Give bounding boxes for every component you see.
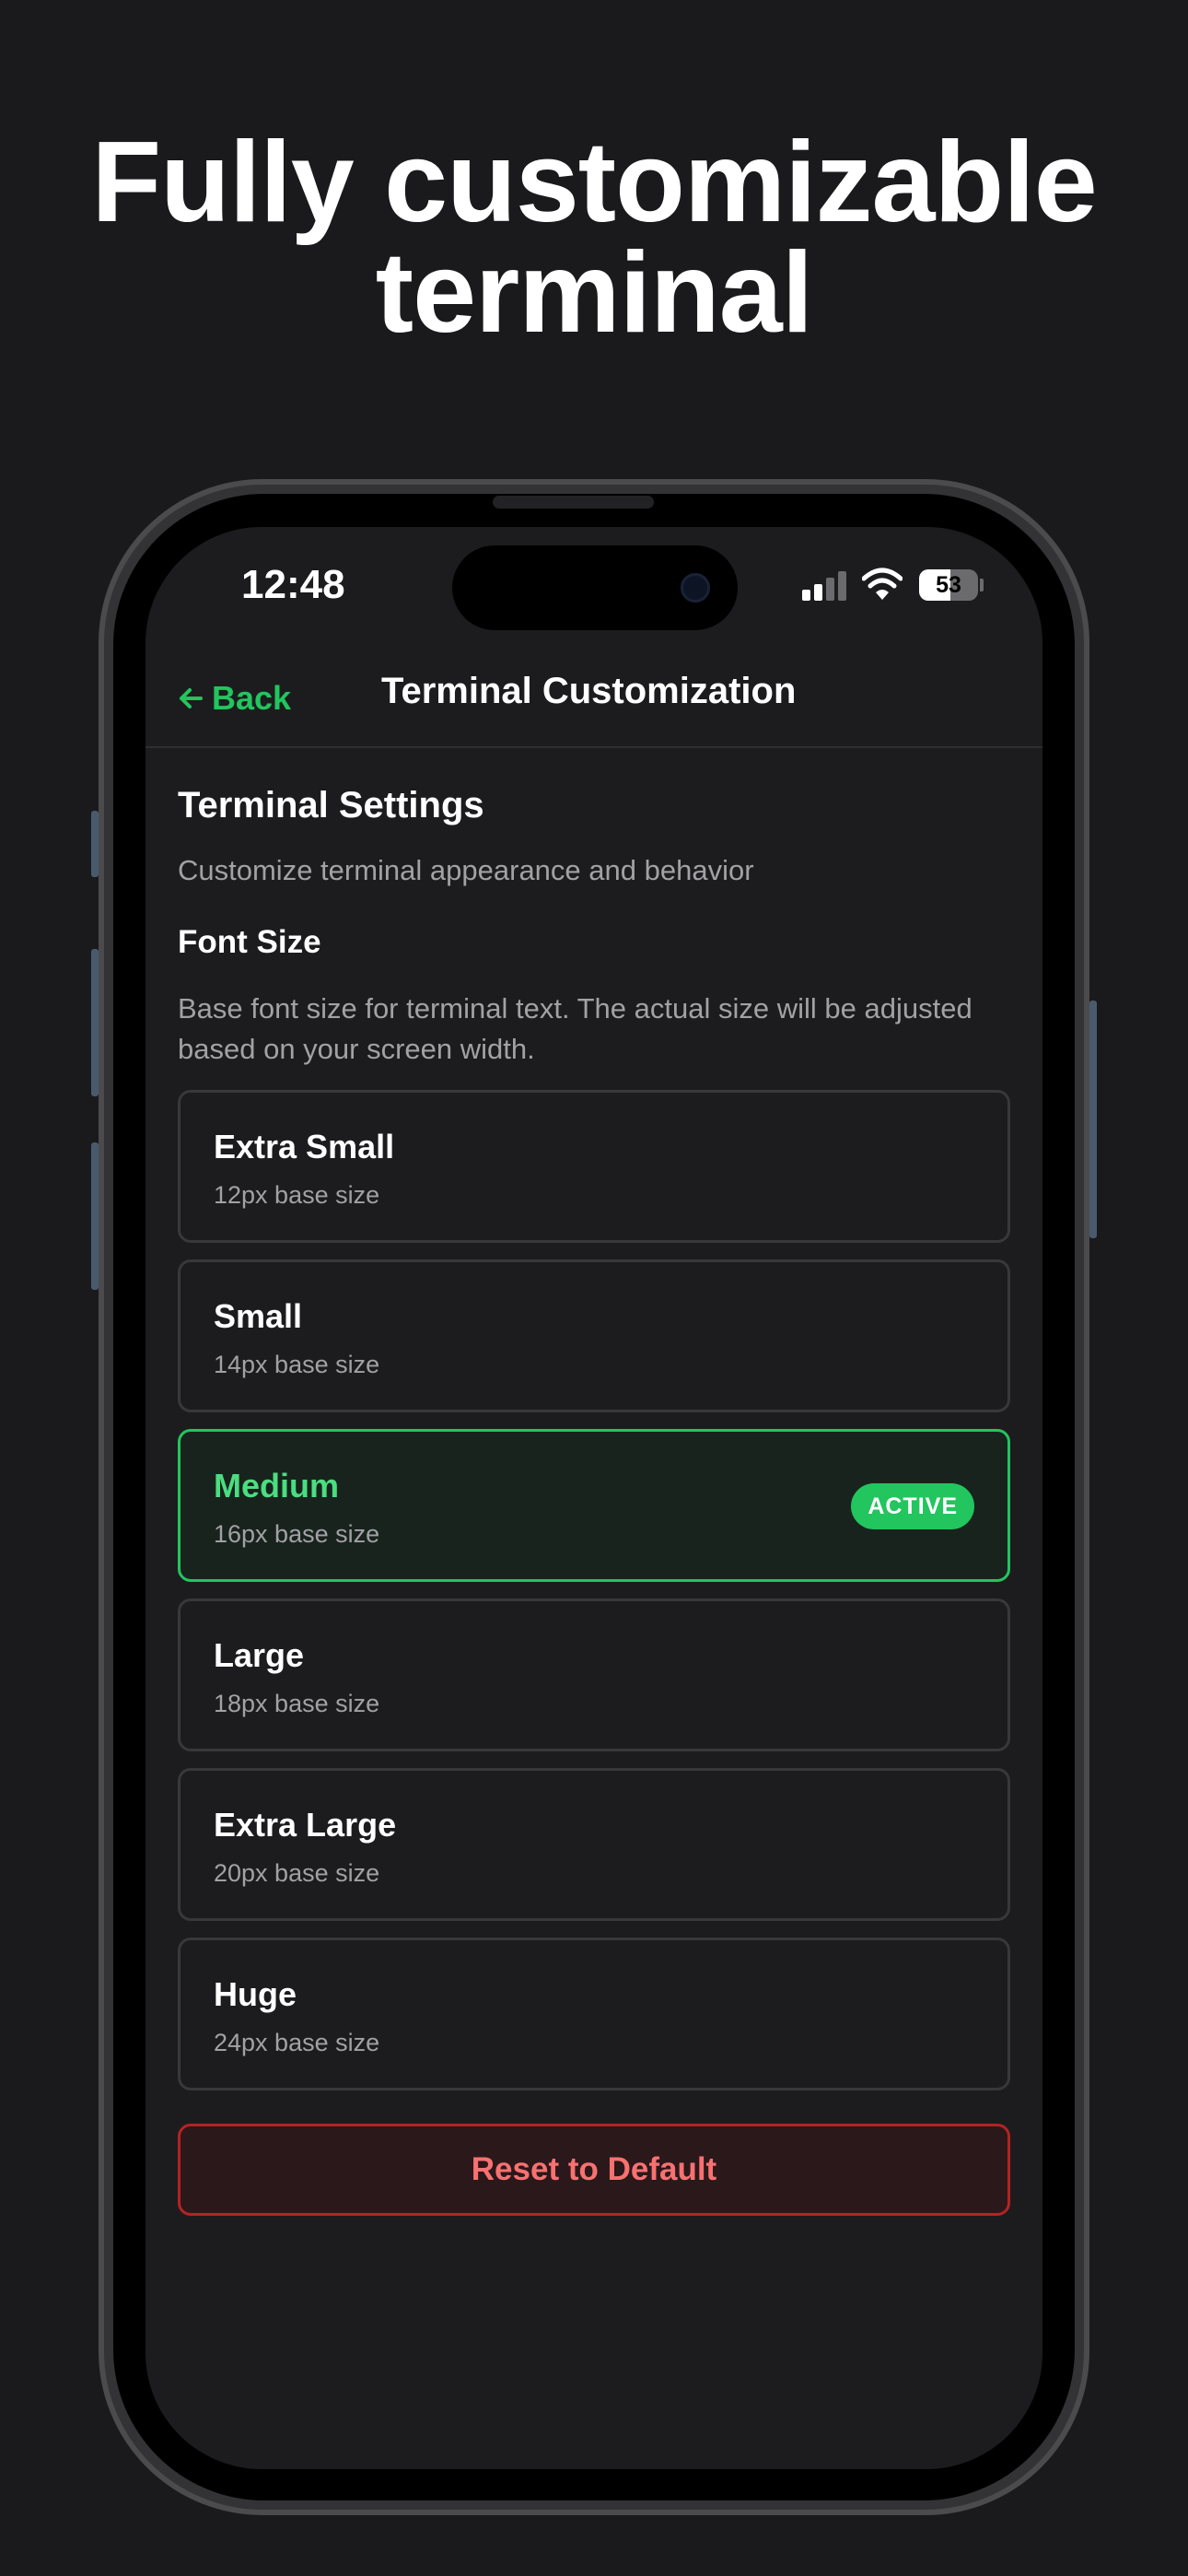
phone-volume-up-button [91, 949, 99, 1096]
option-name: Small [214, 1297, 303, 1335]
nav-bar: Back Terminal Customization [146, 647, 1042, 748]
option-name: Extra Large [214, 1806, 397, 1844]
option-description: 18px base size [214, 1690, 380, 1717]
back-label: Back [212, 679, 292, 717]
option-name: Medium [214, 1467, 340, 1505]
option-description: 16px base size [214, 1520, 380, 1548]
front-camera [681, 573, 710, 603]
back-button[interactable]: Back [177, 673, 291, 724]
active-badge: ACTIVE [851, 1483, 974, 1529]
battery-tip [980, 579, 984, 591]
font-size-label: Font Size [178, 924, 321, 960]
phone-action-button [91, 811, 99, 877]
font-option-small[interactable]: Small 14px base size [178, 1259, 1010, 1412]
headline-line-1: Fully customizable [91, 119, 1097, 246]
phone-volume-down-button [91, 1142, 99, 1290]
phone-speaker [493, 496, 654, 509]
status-time: 12:48 [241, 562, 345, 607]
font-option-extra-large[interactable]: Extra Large 20px base size [178, 1768, 1010, 1921]
section-title: Terminal Settings [178, 785, 484, 825]
section-subtitle: Customize terminal appearance and behavi… [178, 854, 754, 886]
signal-bar [802, 590, 810, 601]
wifi-icon [862, 568, 903, 600]
settings-content: Terminal Settings Customize terminal app… [178, 785, 1010, 2216]
font-size-options: Extra Small 12px base size Small 14px ba… [178, 1090, 1010, 2090]
phone-power-button [1089, 1001, 1097, 1238]
cellular-signal-icon [802, 571, 848, 601]
signal-bar [826, 578, 834, 601]
battery-level: 53 [936, 572, 961, 598]
font-option-huge[interactable]: Huge 24px base size [178, 1938, 1010, 2090]
headline-line-2: terminal [375, 229, 813, 357]
option-description: 20px base size [214, 1859, 380, 1887]
phone-screen: 12:48 53 Back Terminal Customization Ter… [146, 527, 1042, 2469]
option-name: Extra Small [214, 1128, 395, 1165]
option-name: Huge [214, 1975, 297, 2013]
signal-bar [814, 584, 822, 601]
option-description: 14px base size [214, 1351, 380, 1378]
arrow-left-icon [180, 688, 203, 708]
option-description: 12px base size [214, 1181, 380, 1209]
dynamic-island [452, 545, 738, 630]
font-option-large[interactable]: Large 18px base size [178, 1598, 1010, 1751]
option-name: Large [214, 1636, 305, 1674]
battery-icon: 53 [919, 569, 978, 601]
font-size-description: Base font size for terminal text. The ac… [178, 992, 973, 1065]
page-title: Terminal Customization [381, 671, 797, 711]
signal-bar [838, 571, 846, 601]
option-description: 24px base size [214, 2029, 380, 2056]
font-option-medium[interactable]: Medium 16px base size ACTIVE [178, 1429, 1010, 1582]
font-option-extra-small[interactable]: Extra Small 12px base size [178, 1090, 1010, 1243]
headline: Fully customizable terminal [0, 119, 1188, 357]
reset-to-default-button[interactable]: Reset to Default [178, 2124, 1010, 2216]
